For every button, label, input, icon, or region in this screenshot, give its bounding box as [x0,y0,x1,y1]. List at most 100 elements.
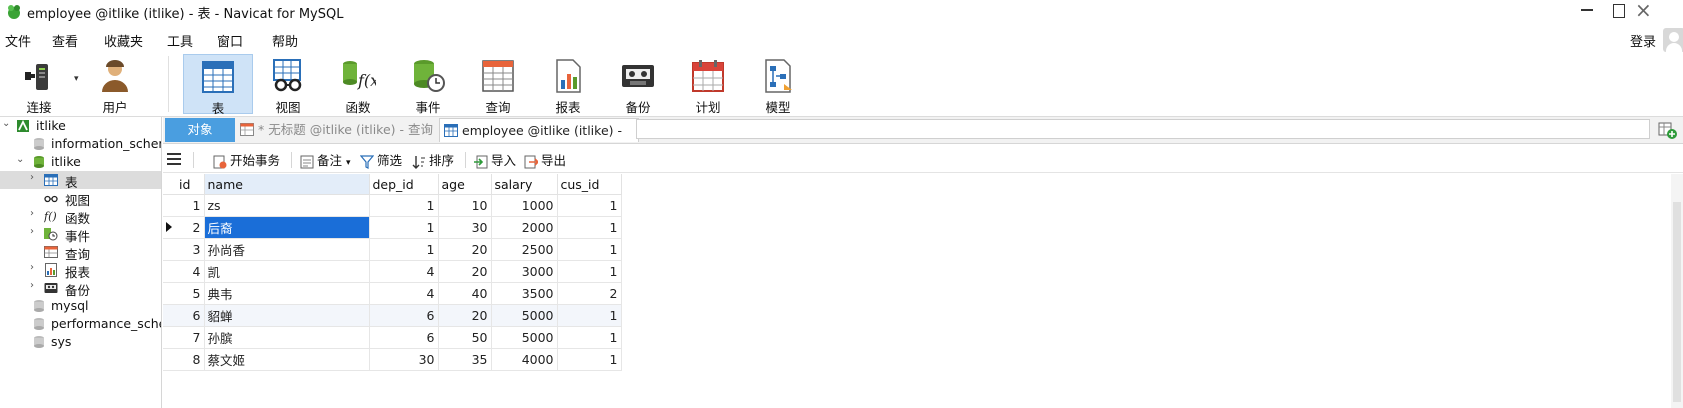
cell-id[interactable]: 1 [163,194,205,217]
tab-objects[interactable]: 对象 [165,118,235,142]
connect-button[interactable]: ▾ 连接 [4,54,79,115]
cell-dep-id[interactable]: 30 [369,348,439,371]
chevron-down-icon[interactable]: ⌄ [16,154,26,165]
schedule-button[interactable]: 计划 [673,54,743,115]
column-header-age[interactable]: age [438,174,492,195]
menu-help[interactable]: 帮助 [272,31,298,50]
chevron-right-icon[interactable]: › [30,262,40,273]
cell-cus-id[interactable]: 2 [557,282,622,305]
column-header-dep-id[interactable]: dep_id [369,174,439,195]
begin-transaction-button[interactable]: 开始事务 [213,150,280,169]
export-button[interactable]: 导出 [524,150,566,169]
menu-file[interactable]: 文件 [5,31,31,50]
cell-id[interactable]: 3 [163,238,205,261]
memo-button[interactable]: 备注 ▾ [300,150,351,169]
view-button[interactable]: 视图 [253,54,323,115]
menu-favorites[interactable]: 收藏夹 [104,31,143,50]
cell-dep-id[interactable]: 1 [369,194,439,217]
tree-db-information-schema[interactable]: information_schem [0,135,161,153]
menu-icon[interactable] [167,153,181,165]
scrollbar-thumb[interactable] [1673,202,1681,402]
chevron-right-icon[interactable]: › [30,226,40,237]
tab-untitled-query[interactable]: * 无标题 @itlike (itlike) - 查询 [236,118,436,142]
tree-tables[interactable]: › 表 [0,171,161,189]
cell-dep-id[interactable]: 6 [369,326,439,349]
cell-age[interactable]: 20 [438,260,492,283]
cell-age[interactable]: 40 [438,282,492,305]
cell-name[interactable]: 蔡文姬 [204,348,370,371]
tree-events[interactable]: › 事件 [0,225,161,243]
table-row[interactable]: 2 后裔 1 30 2000 1 [163,216,622,239]
cell-cus-id[interactable]: 1 [557,348,622,371]
cell-age[interactable]: 50 [438,326,492,349]
cell-dep-id[interactable]: 4 [369,282,439,305]
column-header-salary[interactable]: salary [491,174,558,195]
cell-name[interactable]: 貂蝉 [204,304,370,327]
cell-age[interactable]: 10 [438,194,492,217]
table-row[interactable]: 8 蔡文姬 30 35 4000 1 [163,348,622,371]
chevron-down-icon[interactable]: ▾ [74,74,79,84]
tree-db-mysql[interactable]: mysql [0,297,161,315]
cell-cus-id[interactable]: 1 [557,216,622,239]
maximize-button[interactable] [1613,4,1625,18]
cell-cus-id[interactable]: 1 [557,260,622,283]
new-tab-icon[interactable] [1657,120,1677,140]
cell-age[interactable]: 30 [438,216,492,239]
cell-id[interactable]: 8 [163,348,205,371]
event-button[interactable]: 事件 [393,54,463,115]
table-row[interactable]: 6 貂蝉 6 20 5000 1 [163,304,622,327]
tree-functions[interactable]: › f() 函数 [0,207,161,225]
tree-reports[interactable]: › 报表 [0,261,161,279]
cell-salary[interactable]: 3000 [491,260,558,283]
import-button[interactable]: 导入 [474,150,516,169]
cell-dep-id[interactable]: 6 [369,304,439,327]
sort-button[interactable]: 排序 [412,150,454,169]
cell-age[interactable]: 20 [438,238,492,261]
tree-db-sys[interactable]: sys [0,333,161,351]
cell-name[interactable]: 孙膑 [204,326,370,349]
chevron-right-icon[interactable]: › [30,280,40,291]
cell-cus-id[interactable]: 1 [557,326,622,349]
table-button[interactable]: 表 [183,54,253,116]
cell-dep-id[interactable]: 4 [369,260,439,283]
cell-salary[interactable]: 2000 [491,216,558,239]
table-row[interactable]: 7 孙膑 6 50 5000 1 [163,326,622,349]
function-button[interactable]: f(x) 函数 [323,54,393,115]
cell-id[interactable]: 4 [163,260,205,283]
column-header-id[interactable]: id [163,174,205,195]
menu-view[interactable]: 查看 [52,31,78,50]
close-button[interactable]: × [1635,0,1652,22]
backup-button[interactable]: 备份 [603,54,673,115]
cell-name[interactable]: zs [204,194,370,217]
column-header-name[interactable]: name [204,174,370,195]
cell-dep-id[interactable]: 1 [369,216,439,239]
tree-queries[interactable]: 查询 [0,243,161,261]
cell-cus-id[interactable]: 1 [557,304,622,327]
menu-window[interactable]: 窗口 [217,31,243,50]
cell-salary[interactable]: 3500 [491,282,558,305]
table-row[interactable]: 4 凯 4 20 3000 1 [163,260,622,283]
tree-db-performance-schema[interactable]: performance_scher [0,315,161,333]
column-header-cus-id[interactable]: cus_id [557,174,622,195]
cell-name[interactable]: 凯 [204,260,370,283]
menu-tools[interactable]: 工具 [167,31,193,50]
cell-salary[interactable]: 1000 [491,194,558,217]
filter-button[interactable]: 筛选 [360,150,402,169]
cell-name[interactable]: 典韦 [204,282,370,305]
cell-age[interactable]: 35 [438,348,492,371]
cell-id[interactable]: 5 [163,282,205,305]
minimize-button[interactable] [1581,9,1593,11]
cell-dep-id[interactable]: 1 [369,238,439,261]
tree-views[interactable]: 视图 [0,189,161,207]
tab-employee-table[interactable]: employee @itlike (itlike) - 表 [439,118,639,162]
login-link[interactable]: 登录 [1630,31,1656,50]
model-button[interactable]: 模型 [743,54,813,115]
chevron-right-icon[interactable]: › [30,208,40,219]
cell-cus-id[interactable]: 1 [557,238,622,261]
tree-connection-itlike[interactable]: ⌄ itlike [0,117,161,135]
user-button[interactable]: 用户 [80,54,150,115]
cell-age[interactable]: 20 [438,304,492,327]
cell-cus-id[interactable]: 1 [557,194,622,217]
cell-id[interactable]: 7 [163,326,205,349]
cell-name-selected[interactable]: 后裔 [204,216,370,239]
